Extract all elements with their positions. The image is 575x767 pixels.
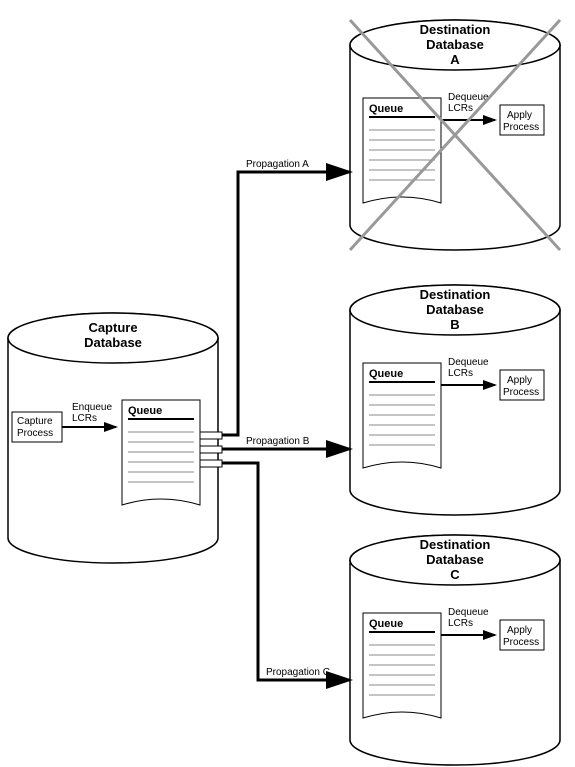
svg-text:Apply: Apply xyxy=(507,375,532,386)
propagation-a-label: Propagation A xyxy=(246,159,309,170)
dest-c-queue: Queue xyxy=(363,613,441,718)
capture-queue-title: Queue xyxy=(128,405,162,417)
dest-c-queue-title: Queue xyxy=(369,618,403,630)
capture-process-box: Capture Process xyxy=(12,412,62,442)
propagation-c-label: Propagation C xyxy=(266,667,330,678)
capture-queue: Queue xyxy=(122,400,200,505)
destination-database-b: Destination Database B Queue Dequeue LCR… xyxy=(350,285,560,515)
propagation-a-arrow xyxy=(200,172,350,439)
svg-text:Apply: Apply xyxy=(507,625,532,636)
propagation-b-arrow xyxy=(200,446,350,453)
dest-b-title-3: B xyxy=(450,317,459,332)
dest-c-title-1: Destination xyxy=(420,537,491,552)
dest-c-dequeue-1: Dequeue xyxy=(448,607,489,618)
dest-a-title-1: Destination xyxy=(420,22,491,37)
svg-text:Process: Process xyxy=(503,387,539,398)
dest-a-queue-title: Queue xyxy=(369,103,403,115)
enqueue-label-1: Enqueue xyxy=(72,402,112,413)
propagation-c-arrow xyxy=(200,460,350,680)
destination-database-c: Destination Database C Queue Dequeue LCR… xyxy=(350,535,560,765)
destination-database-a: Destination Database A Queue Dequeue LCR… xyxy=(350,20,560,250)
dest-a-title-2: Database xyxy=(426,37,484,52)
dest-b-queue: Queue xyxy=(363,363,441,468)
enqueue-label-2: LCRs xyxy=(72,413,97,424)
propagation-b-label: Propagation B xyxy=(246,436,310,447)
dest-b-title-1: Destination xyxy=(420,287,491,302)
dest-c-apply-box: Apply Process xyxy=(500,620,544,650)
dest-a-queue: Queue xyxy=(363,98,441,203)
svg-text:Apply: Apply xyxy=(507,110,532,121)
capture-db-title-2: Database xyxy=(84,335,142,350)
capture-db-title-1: Capture xyxy=(88,320,137,335)
dest-c-dequeue-2: LCRs xyxy=(448,618,473,629)
svg-text:Process: Process xyxy=(503,122,539,133)
capture-database: Capture Database Capture Process Enqueue… xyxy=(8,313,218,563)
dest-a-dequeue-1: Dequeue xyxy=(448,92,489,103)
dest-c-title-3: C xyxy=(450,567,460,582)
dest-a-dequeue-2: LCRs xyxy=(448,103,473,114)
dest-a-apply-box: Apply Process xyxy=(500,105,544,135)
dest-c-title-2: Database xyxy=(426,552,484,567)
dest-b-dequeue-2: LCRs xyxy=(448,368,473,379)
dest-b-dequeue-1: Dequeue xyxy=(448,357,489,368)
dest-b-queue-title: Queue xyxy=(369,368,403,380)
svg-text:Process: Process xyxy=(503,637,539,648)
dest-b-apply-box: Apply Process xyxy=(500,370,544,400)
capture-process-label-2: Process xyxy=(17,428,53,439)
dest-b-title-2: Database xyxy=(426,302,484,317)
dest-a-title-3: A xyxy=(450,52,460,67)
capture-process-label-1: Capture xyxy=(17,416,53,427)
